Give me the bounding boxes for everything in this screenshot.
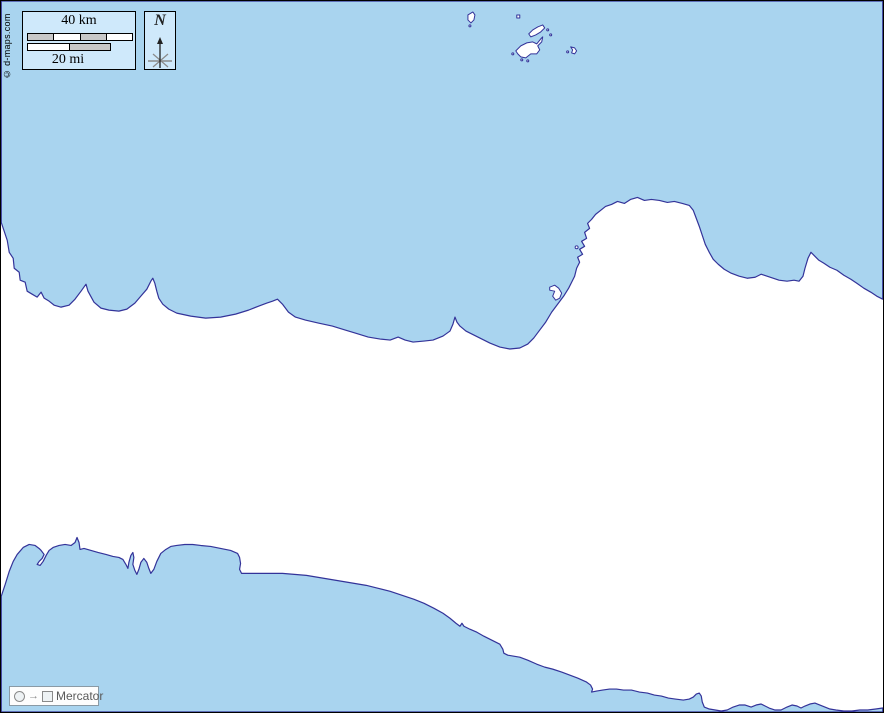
projection-label: Mercator bbox=[56, 690, 103, 702]
projection-panel: → Mercator bbox=[9, 686, 99, 706]
map-geometry bbox=[1, 1, 883, 712]
scale-km-label: 40 km bbox=[23, 13, 135, 29]
scale-panel: 40 km 20 mi bbox=[22, 11, 136, 70]
scale-segment bbox=[107, 34, 132, 40]
compass-north-label: N bbox=[145, 12, 175, 30]
attribution-text: © d-maps.com bbox=[2, 9, 12, 79]
scale-segment bbox=[28, 44, 70, 50]
scale-mi-label: 20 mi bbox=[27, 52, 109, 68]
scale-bar-km bbox=[27, 33, 133, 41]
scale-bar-mi bbox=[27, 43, 111, 51]
scale-segment bbox=[70, 44, 111, 50]
compass-panel: N bbox=[144, 11, 176, 70]
compass-rose-icon bbox=[145, 34, 175, 69]
arrow-right-icon: → bbox=[28, 691, 39, 702]
circle-icon bbox=[14, 691, 25, 702]
scale-segment bbox=[54, 34, 80, 40]
south-sea bbox=[1, 537, 883, 712]
map-canvas: 40 km 20 mi N © d-maps.com → Mercator bbox=[0, 0, 884, 713]
scale-segment bbox=[28, 34, 54, 40]
scale-segment bbox=[81, 34, 107, 40]
square-icon bbox=[42, 691, 53, 702]
